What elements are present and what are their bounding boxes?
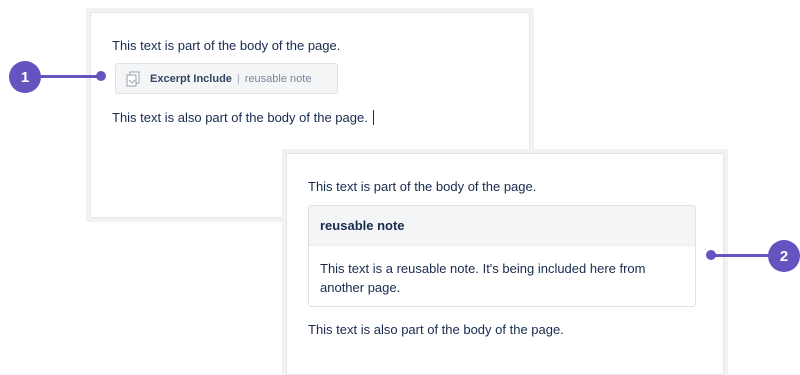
editor-body-text-after[interactable]: This text is also part of the body of th… (112, 110, 374, 126)
callout-2-line (712, 254, 769, 257)
included-excerpt-box: reusable note This text is a reusable no… (308, 205, 696, 307)
excerpt-include-icon (124, 70, 142, 88)
callout-2-dot (706, 250, 716, 260)
editor-body-text-before: This text is part of the body of the pag… (112, 38, 341, 53)
callout-1-dot (96, 71, 106, 81)
text-cursor (372, 110, 374, 125)
excerpt-title: reusable note (309, 206, 695, 246)
rendered-page-panel: This text is part of the body of the pag… (286, 153, 724, 375)
callout-1-badge: 1 (9, 61, 41, 93)
excerpt-include-macro[interactable]: Excerpt Include | reusable note (115, 63, 338, 94)
macro-name: Excerpt Include (150, 72, 232, 85)
rendered-body-text-after: This text is also part of the body of th… (308, 322, 564, 337)
callout-2-badge: 2 (768, 240, 800, 272)
macro-separator: | (236, 72, 240, 85)
callout-1-line (40, 75, 100, 78)
excerpt-body: This text is a reusable note. It's being… (320, 261, 646, 295)
macro-parameter: reusable note (244, 72, 312, 85)
editor-body-text-after-label: This text is also part of the body of th… (112, 110, 368, 125)
rendered-body-text-before: This text is part of the body of the pag… (308, 179, 537, 194)
